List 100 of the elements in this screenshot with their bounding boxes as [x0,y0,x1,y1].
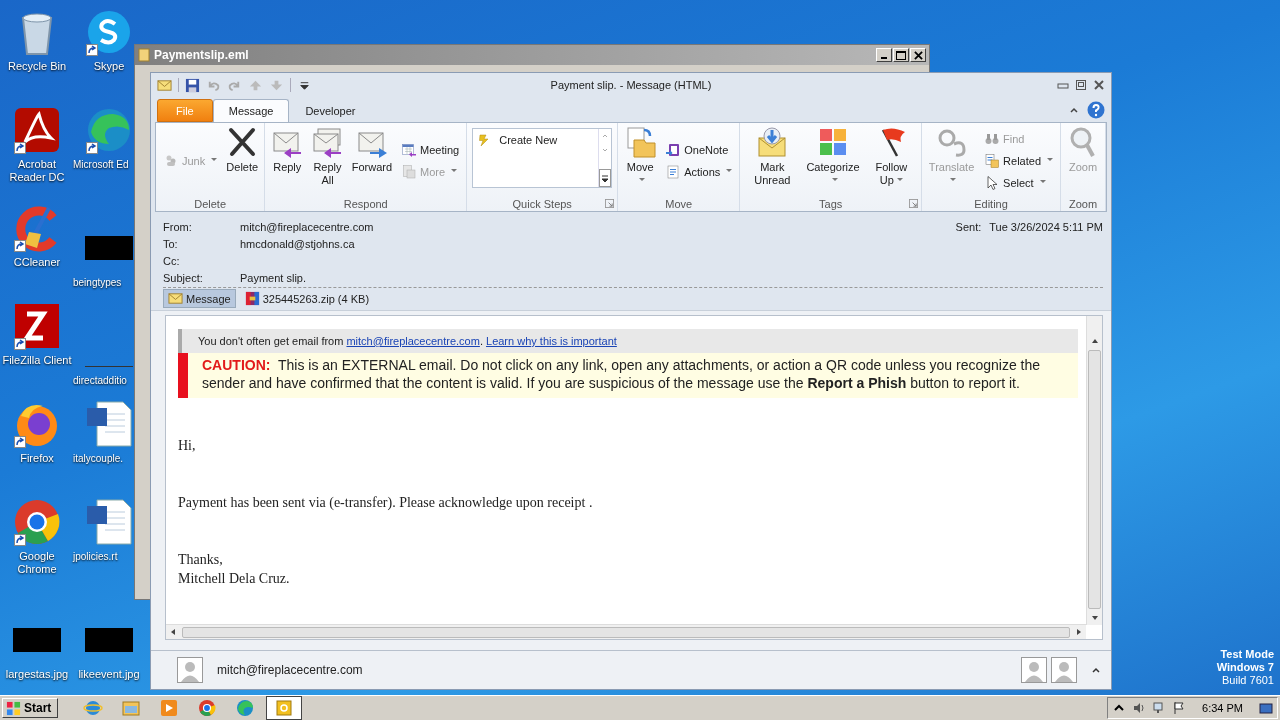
ribbon-button[interactable]: Select [982,175,1055,191]
ribbon-button[interactable]: OneNote [663,142,735,158]
message-paragraph: Thanks, Mitchell Dela Cruz. [178,551,291,588]
clock[interactable]: 6:34 PM [1202,702,1243,714]
sender-link[interactable]: mitch@fireplacecentre.com [346,335,480,347]
ribbon-button[interactable]: Reply All [308,126,347,196]
desktop-icon-label[interactable]: Firefox [20,452,54,465]
avatar-icon [1051,657,1077,683]
shortcut-arrow-icon [14,142,26,154]
envelopes-arrow-icon [311,126,344,158]
field-value: Payment slip. [240,271,307,284]
ribbon-button[interactable]: Follow Up [864,126,919,196]
color-grid-icon [817,126,849,158]
desktop-icon-label[interactable]: beingtypes [73,276,122,289]
field-value: hmcdonald@stjohns.ca [240,237,355,250]
envelope-arrow-icon [756,126,789,158]
archive-icon [244,291,260,306]
avatar-icon [177,657,203,683]
gallery-item[interactable]: Create New [473,129,599,151]
group-label: Zoom [1068,197,1098,210]
windows-logo-icon [6,700,21,716]
collapse-ribbon-icon[interactable] [1069,105,1079,115]
field-value: mitch@fireplacecentre.com [240,220,374,233]
desktop-icon-label[interactable]: Microsoft Ed [73,158,129,171]
show-desktop-icon[interactable] [1259,701,1273,715]
word-document-icon[interactable] [85,400,133,448]
system-notice: Windows 7 [1216,661,1274,674]
expand-icon[interactable] [1091,665,1101,675]
note-icon [665,142,682,158]
dialog-launcher-icon[interactable] [605,199,615,208]
desktop-icon-label[interactable]: FileZilla Client [2,354,72,367]
field-label: Cc: [163,254,181,267]
expand-gallery-button[interactable] [599,169,612,187]
desktop-icon-label[interactable]: Recycle Bin [7,60,67,73]
desktop-icon-label[interactable]: italycouple. [73,452,124,465]
ribbon-button[interactable]: Actions [663,164,735,180]
binoculars-icon [984,131,1001,147]
help-icon[interactable] [1087,101,1105,119]
sender-address: mitch@fireplacecentre.com [217,663,363,677]
vertical-scrollbar[interactable] [1086,316,1102,625]
ribbon-tab[interactable]: Developer [289,99,372,122]
caution-text: CAUTION: This is an EXTERNAL email. Do not click on any link, open any attachments, or action a QR code unless you recognize the sender and have confirmed that the content is valid. If you are suspicious of the message use the Report a Phish button to report it. [202,356,1042,392]
ribbon-button[interactable]: Categorize [803,126,863,196]
ribbon-button[interactable]: Forward [348,126,396,196]
documents-icon [984,153,1001,169]
dialog-launcher-icon[interactable] [909,199,919,208]
desktop-icon-label[interactable]: Acrobat Reader DC [1,158,73,184]
attachment-item[interactable]: 325445263.zip (4 KB) [239,289,375,308]
shortcut-arrow-icon [14,436,26,448]
folder-document-icon [624,126,657,158]
system-notice: Test Mode [1220,648,1274,661]
ribbon-button[interactable]: Meeting [399,142,462,158]
shortcut-arrow-icon [14,240,26,252]
skype-icon[interactable] [85,8,133,56]
field-label: To: [163,237,179,250]
field-label: Subject: [163,271,204,284]
shortcut-arrow-icon [86,142,98,154]
restore-button[interactable] [1075,79,1087,91]
desktop-icon-label[interactable]: Google Chrome [1,550,73,576]
filezilla-icon[interactable] [13,302,61,350]
field-label: From: [163,220,193,233]
ribbon-tab[interactable]: Message [212,99,290,123]
ribbon-button[interactable]: Move [621,126,660,196]
window-title: Paymentslip.eml [154,48,249,62]
document-icon [401,164,418,180]
field-value: Tue 3/26/2024 5:11 PM [989,220,1103,233]
message-paragraph: Hi, [178,437,197,455]
minimize-button[interactable] [876,48,892,62]
attachment-item[interactable]: Message [163,289,236,308]
desktop-icon-label[interactable]: CCleaner [13,256,61,269]
file-icon [138,48,150,62]
learn-more-link[interactable]: Learn why this is important [486,335,617,347]
shortcut-arrow-icon [86,44,98,56]
chrome-icon[interactable] [13,498,61,546]
window-title: Payment slip. - Message (HTML) [550,79,712,91]
edge-icon[interactable] [85,106,133,154]
start-button[interactable]: Start [2,698,59,718]
ribbon-button[interactable]: Delete [223,126,262,196]
word-document-icon[interactable] [85,498,133,546]
pdf-icon[interactable] [13,106,61,154]
message-paragraph: Payment has been sent via (e-transfer). Please acknowledge upon receipt . [178,494,594,512]
close-button[interactable] [1093,79,1105,91]
maximize-button[interactable] [893,48,909,62]
calendar-icon [401,142,418,158]
flag-icon[interactable] [1172,701,1187,715]
outlook-icon[interactable] [266,696,303,720]
notice-text: You don't often get email from mitch@fireplacecentre.com. Learn why this is important [198,335,618,347]
group-label: Respond [343,197,388,210]
horizontal-scrollbar[interactable] [166,624,1086,639]
ribbon-button[interactable]: Related [982,153,1055,169]
desktop-icon-label[interactable]: Skype [93,60,125,73]
speaker-icon[interactable] [1132,701,1147,715]
shortcut-arrow-icon [14,534,26,546]
group-label: Move [665,197,693,210]
save-icon[interactable] [185,77,200,93]
desktop-icon-label[interactable]: directadditio [73,374,127,387]
ribbon-button[interactable]: Reply [268,126,307,196]
avatar-icon [1021,657,1047,683]
desktop-icon-label[interactable]: jpolicies.rt [73,550,118,563]
ribbon-button[interactable]: Mark Unread [743,126,802,196]
